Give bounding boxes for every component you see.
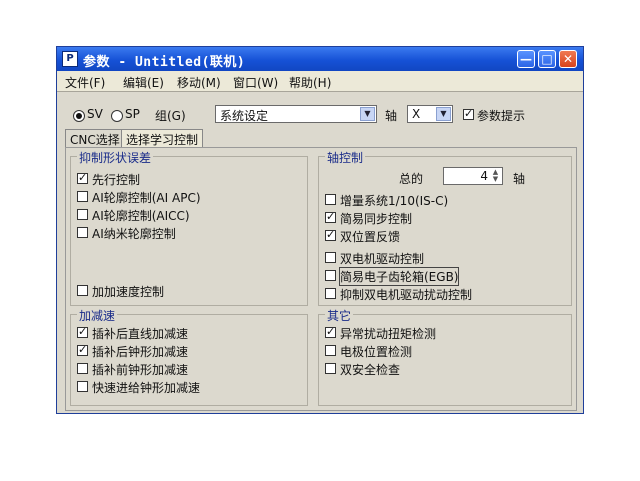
spin-down-icon[interactable]: ▼ <box>490 176 501 183</box>
option-label: 增量系统1/10(IS-C) <box>340 194 449 208</box>
menu-edit[interactable]: 编辑(E) <box>123 74 164 91</box>
tab-label: 选择学习控制 <box>126 133 199 147</box>
group-select[interactable]: 系统设定 ▼ <box>215 105 377 123</box>
group-accel-decel: 加减速 插补后直线加减速 插补后钟形加减速 插补前钟形加减速 快速进给钟形加减速 <box>70 307 308 406</box>
option-label: 电极位置检测 <box>340 345 413 359</box>
maximize-icon: □ <box>541 52 553 66</box>
total-axes-value: 4 <box>480 169 488 183</box>
checkbox[interactable] <box>325 345 336 356</box>
checkbox[interactable] <box>325 270 336 281</box>
chevron-down-icon[interactable]: ▼ <box>436 107 451 121</box>
option-label: 简易电子齿轮箱(EGB) <box>338 267 460 286</box>
app-icon: P <box>62 51 78 67</box>
option-label: 插补前钟形加减速 <box>92 363 189 377</box>
checkbox[interactable] <box>325 363 336 374</box>
option-label: 插补后直线加减速 <box>92 327 189 341</box>
minimize-icon: — <box>520 52 532 66</box>
checkbox[interactable] <box>77 343 88 356</box>
option-label: 抑制双电机驱动扰动控制 <box>340 288 473 302</box>
checkbox[interactable] <box>77 171 88 184</box>
checkbox[interactable] <box>325 194 336 205</box>
group-title: 加减速 <box>77 307 118 324</box>
tab-panel: 抑制形状误差 先行控制 AI轮廓控制(AI APC) AI轮廓控制(AICC) … <box>65 147 577 411</box>
option-label: AI轮廓控制(AICC) <box>92 209 190 223</box>
option-label: 简易同步控制 <box>340 212 413 226</box>
option-label: AI轮廓控制(AI APC) <box>92 191 201 205</box>
checkbox[interactable] <box>325 228 336 241</box>
total-axes-spinner[interactable]: 4 ▲ ▼ <box>443 167 503 185</box>
sp-label: SP <box>125 107 140 121</box>
checkbox[interactable] <box>77 381 88 392</box>
option-label: AI纳米轮廓控制 <box>92 227 176 241</box>
group-title: 轴控制 <box>325 149 366 166</box>
option-label: 快速进给钟形加减速 <box>92 381 201 395</box>
close-icon: ✕ <box>562 52 574 66</box>
checkbox[interactable] <box>325 288 336 299</box>
checkbox[interactable] <box>77 325 88 338</box>
toolbar-divider <box>57 91 583 92</box>
menu-move[interactable]: 移动(M) <box>177 74 221 91</box>
group-label: 组(G) <box>155 109 186 123</box>
param-hint-checkbox[interactable] <box>463 107 474 120</box>
axis-label: 轴 <box>385 109 398 123</box>
window-title: 参数 - Untitled(联机) <box>83 55 246 70</box>
option-label: 加加速度控制 <box>92 285 165 299</box>
group-title: 其它 <box>325 307 354 324</box>
axis-unit-label: 轴 <box>513 172 526 186</box>
title-bar[interactable]: P 参数 - Untitled(联机) — □ ✕ <box>57 47 583 71</box>
total-axes-label: 总的 <box>399 172 424 186</box>
sv-label: SV <box>87 107 103 121</box>
axis-select-value: X <box>412 107 421 121</box>
group-other: 其它 异常扰动扭矩检测 电极位置检测 双安全检查 <box>318 307 572 406</box>
sv-radio[interactable] <box>73 110 85 122</box>
group-select-value: 系统设定 <box>220 109 269 123</box>
checkbox[interactable] <box>325 252 336 263</box>
minimize-button[interactable]: — <box>517 50 535 68</box>
sp-radio[interactable] <box>111 110 123 122</box>
close-button[interactable]: ✕ <box>559 50 577 68</box>
parameter-window: P 参数 - Untitled(联机) — □ ✕ 文件(F) 编辑(E) 移动… <box>56 46 584 414</box>
checkbox[interactable] <box>77 227 88 238</box>
menu-help[interactable]: 帮助(H) <box>289 74 331 91</box>
param-hint-label: 参数提示 <box>477 109 526 123</box>
option-label: 插补后钟形加减速 <box>92 345 189 359</box>
checkbox[interactable] <box>77 363 88 374</box>
menu-window[interactable]: 窗口(W) <box>233 74 278 91</box>
checkbox[interactable] <box>77 285 88 296</box>
checkbox[interactable] <box>77 191 88 202</box>
checkbox[interactable] <box>325 210 336 223</box>
group-title: 抑制形状误差 <box>77 149 154 166</box>
checkbox[interactable] <box>325 325 336 338</box>
option-label: 先行控制 <box>92 173 141 187</box>
maximize-button[interactable]: □ <box>538 50 556 68</box>
group-axis-control: 轴控制 总的 4 ▲ ▼ 轴 增量系统1/10(IS-C) 简易同步控制 双位置… <box>318 149 572 306</box>
checkbox[interactable] <box>77 209 88 220</box>
menu-file[interactable]: 文件(F) <box>65 74 105 91</box>
option-label: 双安全检查 <box>340 363 401 377</box>
option-label: 双电机驱动控制 <box>340 252 425 266</box>
option-label: 异常扰动扭矩检测 <box>340 327 437 341</box>
menu-bar: 文件(F) 编辑(E) 移动(M) 窗口(W) 帮助(H) <box>57 71 583 91</box>
tab-label: CNC选择 <box>70 133 120 147</box>
axis-select[interactable]: X ▼ <box>407 105 453 123</box>
option-label: 双位置反馈 <box>340 230 401 244</box>
tab-learning-control[interactable]: 选择学习控制 <box>121 129 204 147</box>
tab-cnc-select[interactable]: CNC选择 <box>65 129 125 147</box>
group-contour-error: 抑制形状误差 先行控制 AI轮廓控制(AI APC) AI轮廓控制(AICC) … <box>70 149 308 306</box>
chevron-down-icon[interactable]: ▼ <box>360 107 375 121</box>
